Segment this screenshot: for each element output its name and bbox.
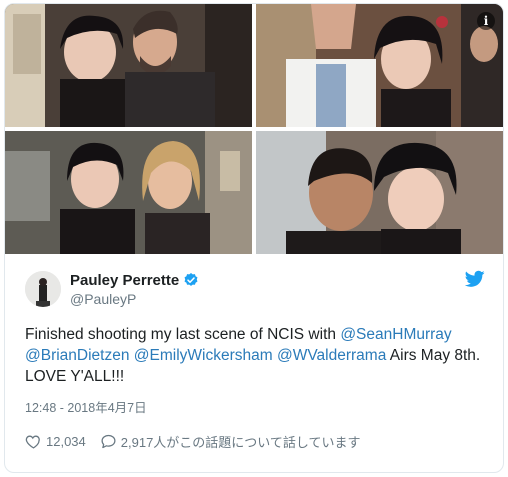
tweet-timestamp[interactable]: 12:48 - 2018年4月7日: [25, 397, 483, 416]
tweet-text-part: Airs May 8th.: [386, 347, 481, 364]
twitter-bird-icon[interactable]: [465, 270, 485, 288]
info-icon[interactable]: i: [477, 12, 495, 30]
like-button[interactable]: 12,034: [25, 433, 86, 450]
mention-link[interactable]: @SeanHMurray: [340, 326, 451, 343]
photo-2[interactable]: i: [256, 4, 503, 127]
tweet-actions: 12,034 2,917人がこの話題について話しています: [25, 432, 483, 451]
photo-grid: i: [5, 4, 503, 254]
verified-badge-icon: [184, 273, 198, 286]
author-names: Pauley Perrette @PauleyP: [70, 272, 199, 307]
photo-4-image: [256, 131, 503, 254]
photo-4[interactable]: [256, 131, 503, 254]
photo-3-image: [5, 131, 252, 254]
photo-1-image: [5, 4, 252, 127]
tweet-text-part: LOVE Y'ALL!!!: [25, 368, 125, 385]
heart-icon: [25, 435, 40, 449]
like-count: 12,034: [46, 434, 86, 449]
tweet-text: Finished shooting my last scene of NCIS …: [25, 324, 483, 387]
mention-link[interactable]: @EmilyWickersham: [134, 347, 273, 364]
author-display-name[interactable]: Pauley Perrette: [70, 272, 179, 289]
mention-link[interactable]: @BrianDietzen: [25, 347, 129, 364]
photo-1[interactable]: [5, 4, 252, 127]
avatar-image: [25, 271, 61, 307]
photo-3[interactable]: [5, 131, 252, 254]
author-handle[interactable]: @PauleyP: [70, 291, 199, 307]
tweet-header: Pauley Perrette @PauleyP: [25, 268, 485, 310]
mention-link[interactable]: @WValderrama: [277, 347, 386, 364]
avatar[interactable]: [25, 271, 61, 307]
reply-conversation-link[interactable]: 2,917人がこの話題について話しています: [100, 432, 361, 451]
embedded-tweet-card: i Pauley Perrette @PauleyP Finished shoo…: [4, 3, 504, 473]
reply-bubble-icon: [101, 434, 116, 449]
name-row: Pauley Perrette: [70, 272, 199, 289]
tweet-body: Pauley Perrette @PauleyP Finished shooti…: [5, 254, 503, 472]
conversation-count-text: 2,917人がこの話題について話しています: [120, 435, 361, 450]
photo-2-image: [256, 4, 503, 127]
tweet-text-part: Finished shooting my last scene of NCIS …: [25, 326, 341, 343]
